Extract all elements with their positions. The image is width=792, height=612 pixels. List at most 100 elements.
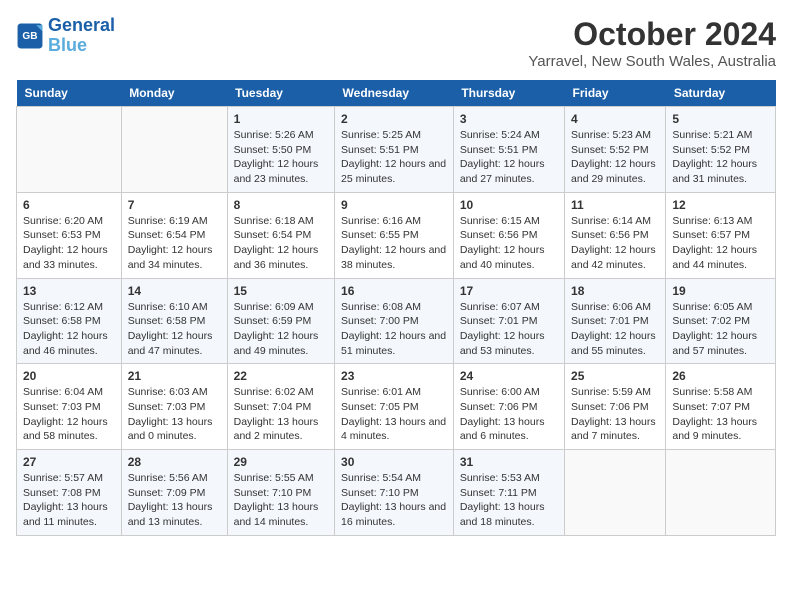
daylight-text: Daylight: 12 hours and 55 minutes.: [571, 329, 659, 358]
daylight-text: Daylight: 12 hours and 34 minutes.: [128, 243, 221, 272]
sunrise-text: Sunrise: 6:19 AM: [128, 214, 221, 229]
calendar-cell: 17 Sunrise: 6:07 AM Sunset: 7:01 PM Dayl…: [453, 278, 564, 364]
day-info: Sunrise: 5:55 AM Sunset: 7:10 PM Dayligh…: [234, 471, 328, 530]
calendar-week-row: 20 Sunrise: 6:04 AM Sunset: 7:03 PM Dayl…: [17, 364, 776, 450]
day-info: Sunrise: 5:26 AM Sunset: 5:50 PM Dayligh…: [234, 128, 328, 187]
sunrise-text: Sunrise: 5:54 AM: [341, 471, 447, 486]
sunset-text: Sunset: 6:57 PM: [672, 228, 769, 243]
daylight-text: Daylight: 12 hours and 31 minutes.: [672, 157, 769, 186]
day-info: Sunrise: 6:06 AM Sunset: 7:01 PM Dayligh…: [571, 300, 659, 359]
calendar-week-row: 6 Sunrise: 6:20 AM Sunset: 6:53 PM Dayli…: [17, 192, 776, 278]
calendar-cell: 23 Sunrise: 6:01 AM Sunset: 7:05 PM Dayl…: [335, 364, 454, 450]
calendar-table: SundayMondayTuesdayWednesdayThursdayFrid…: [16, 80, 776, 536]
day-number: 11: [571, 198, 659, 212]
daylight-text: Daylight: 12 hours and 58 minutes.: [23, 415, 115, 444]
day-number: 29: [234, 455, 328, 469]
daylight-text: Daylight: 12 hours and 25 minutes.: [341, 157, 447, 186]
sunrise-text: Sunrise: 5:26 AM: [234, 128, 328, 143]
sunset-text: Sunset: 5:52 PM: [672, 143, 769, 158]
page-header: GB GeneralBlue October 2024 Yarravel, Ne…: [16, 16, 776, 70]
sunrise-text: Sunrise: 6:14 AM: [571, 214, 659, 229]
calendar-cell: 5 Sunrise: 5:21 AM Sunset: 5:52 PM Dayli…: [666, 107, 776, 193]
day-number: 24: [460, 369, 558, 383]
daylight-text: Daylight: 13 hours and 13 minutes.: [128, 500, 221, 529]
sunset-text: Sunset: 7:06 PM: [460, 400, 558, 415]
day-number: 23: [341, 369, 447, 383]
sunset-text: Sunset: 6:56 PM: [460, 228, 558, 243]
day-info: Sunrise: 6:03 AM Sunset: 7:03 PM Dayligh…: [128, 385, 221, 444]
daylight-text: Daylight: 12 hours and 38 minutes.: [341, 243, 447, 272]
sunrise-text: Sunrise: 6:01 AM: [341, 385, 447, 400]
daylight-text: Daylight: 12 hours and 53 minutes.: [460, 329, 558, 358]
sunset-text: Sunset: 6:58 PM: [128, 314, 221, 329]
day-info: Sunrise: 6:07 AM Sunset: 7:01 PM Dayligh…: [460, 300, 558, 359]
calendar-cell: 8 Sunrise: 6:18 AM Sunset: 6:54 PM Dayli…: [227, 192, 334, 278]
day-info: Sunrise: 6:09 AM Sunset: 6:59 PM Dayligh…: [234, 300, 328, 359]
calendar-cell: 7 Sunrise: 6:19 AM Sunset: 6:54 PM Dayli…: [121, 192, 227, 278]
sunset-text: Sunset: 6:56 PM: [571, 228, 659, 243]
calendar-cell: 1 Sunrise: 5:26 AM Sunset: 5:50 PM Dayli…: [227, 107, 334, 193]
sunset-text: Sunset: 7:01 PM: [460, 314, 558, 329]
header-day: Saturday: [666, 80, 776, 107]
calendar-cell: 22 Sunrise: 6:02 AM Sunset: 7:04 PM Dayl…: [227, 364, 334, 450]
sunrise-text: Sunrise: 5:56 AM: [128, 471, 221, 486]
daylight-text: Daylight: 12 hours and 40 minutes.: [460, 243, 558, 272]
daylight-text: Daylight: 13 hours and 16 minutes.: [341, 500, 447, 529]
day-info: Sunrise: 6:08 AM Sunset: 7:00 PM Dayligh…: [341, 300, 447, 359]
sunset-text: Sunset: 7:04 PM: [234, 400, 328, 415]
sunrise-text: Sunrise: 6:18 AM: [234, 214, 328, 229]
header-day: Thursday: [453, 80, 564, 107]
calendar-cell: 30 Sunrise: 5:54 AM Sunset: 7:10 PM Dayl…: [335, 450, 454, 536]
day-info: Sunrise: 6:18 AM Sunset: 6:54 PM Dayligh…: [234, 214, 328, 273]
daylight-text: Daylight: 12 hours and 47 minutes.: [128, 329, 221, 358]
sunset-text: Sunset: 7:05 PM: [341, 400, 447, 415]
logo: GB GeneralBlue: [16, 16, 115, 56]
sunrise-text: Sunrise: 5:53 AM: [460, 471, 558, 486]
day-number: 26: [672, 369, 769, 383]
sunset-text: Sunset: 5:50 PM: [234, 143, 328, 158]
sunset-text: Sunset: 7:10 PM: [234, 486, 328, 501]
daylight-text: Daylight: 12 hours and 27 minutes.: [460, 157, 558, 186]
calendar-cell: 28 Sunrise: 5:56 AM Sunset: 7:09 PM Dayl…: [121, 450, 227, 536]
sunset-text: Sunset: 5:51 PM: [341, 143, 447, 158]
day-info: Sunrise: 6:02 AM Sunset: 7:04 PM Dayligh…: [234, 385, 328, 444]
day-number: 30: [341, 455, 447, 469]
day-info: Sunrise: 6:01 AM Sunset: 7:05 PM Dayligh…: [341, 385, 447, 444]
calendar-cell: 6 Sunrise: 6:20 AM Sunset: 6:53 PM Dayli…: [17, 192, 122, 278]
day-info: Sunrise: 5:58 AM Sunset: 7:07 PM Dayligh…: [672, 385, 769, 444]
sunrise-text: Sunrise: 6:13 AM: [672, 214, 769, 229]
day-number: 16: [341, 284, 447, 298]
sunset-text: Sunset: 7:00 PM: [341, 314, 447, 329]
header-day: Monday: [121, 80, 227, 107]
sunset-text: Sunset: 7:08 PM: [23, 486, 115, 501]
title-block: October 2024 Yarravel, New South Wales, …: [528, 16, 776, 70]
calendar-cell: [666, 450, 776, 536]
day-number: 20: [23, 369, 115, 383]
sunset-text: Sunset: 6:55 PM: [341, 228, 447, 243]
header-day: Sunday: [17, 80, 122, 107]
day-info: Sunrise: 5:59 AM Sunset: 7:06 PM Dayligh…: [571, 385, 659, 444]
sunset-text: Sunset: 7:02 PM: [672, 314, 769, 329]
sunrise-text: Sunrise: 6:09 AM: [234, 300, 328, 315]
calendar-week-row: 27 Sunrise: 5:57 AM Sunset: 7:08 PM Dayl…: [17, 450, 776, 536]
sunrise-text: Sunrise: 5:55 AM: [234, 471, 328, 486]
sunset-text: Sunset: 7:03 PM: [128, 400, 221, 415]
svg-text:GB: GB: [22, 31, 37, 42]
sunrise-text: Sunrise: 6:15 AM: [460, 214, 558, 229]
day-number: 25: [571, 369, 659, 383]
day-info: Sunrise: 6:04 AM Sunset: 7:03 PM Dayligh…: [23, 385, 115, 444]
calendar-cell: 31 Sunrise: 5:53 AM Sunset: 7:11 PM Dayl…: [453, 450, 564, 536]
daylight-text: Daylight: 12 hours and 23 minutes.: [234, 157, 328, 186]
sunset-text: Sunset: 7:07 PM: [672, 400, 769, 415]
calendar-header: SundayMondayTuesdayWednesdayThursdayFrid…: [17, 80, 776, 107]
day-number: 3: [460, 112, 558, 126]
calendar-cell: [565, 450, 666, 536]
day-number: 28: [128, 455, 221, 469]
sunset-text: Sunset: 5:51 PM: [460, 143, 558, 158]
daylight-text: Daylight: 12 hours and 57 minutes.: [672, 329, 769, 358]
header-row: SundayMondayTuesdayWednesdayThursdayFrid…: [17, 80, 776, 107]
day-info: Sunrise: 6:14 AM Sunset: 6:56 PM Dayligh…: [571, 214, 659, 273]
calendar-cell: 10 Sunrise: 6:15 AM Sunset: 6:56 PM Dayl…: [453, 192, 564, 278]
sunset-text: Sunset: 7:10 PM: [341, 486, 447, 501]
day-info: Sunrise: 6:00 AM Sunset: 7:06 PM Dayligh…: [460, 385, 558, 444]
